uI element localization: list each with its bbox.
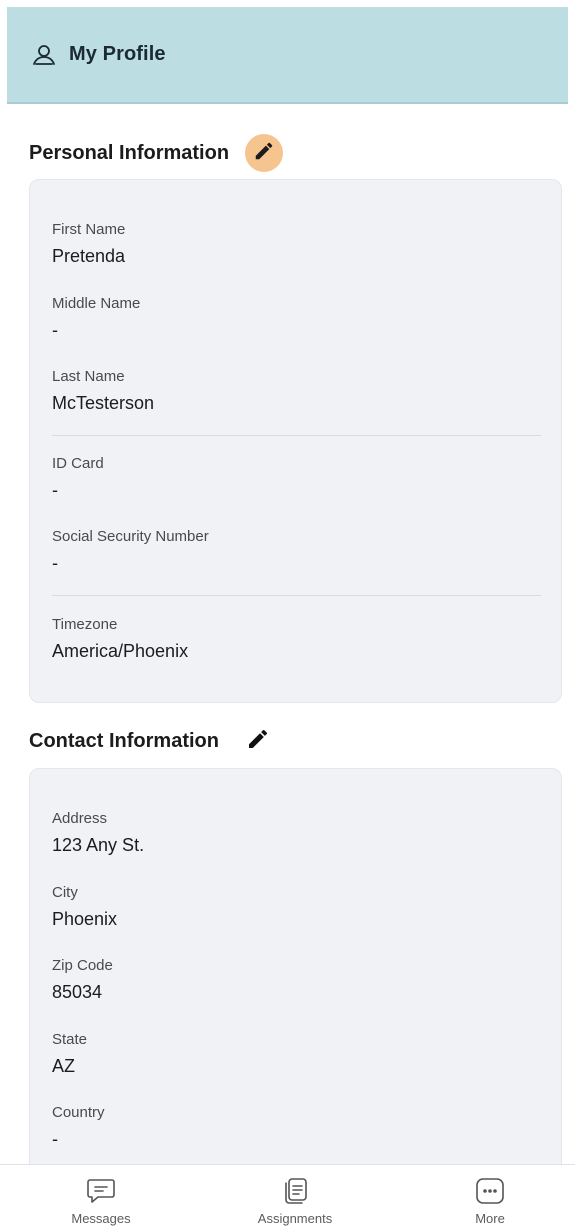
personal-info-card: First Name Pretenda Middle Name - Last N… [29,179,562,703]
field-label: Social Security Number [52,528,209,545]
field-ssn: Social Security Number - [52,527,209,575]
edit-personal-info-button[interactable] [245,134,284,172]
field-last-name: Last Name McTesterson [52,367,154,415]
field-label: Timezone [52,616,118,633]
field-value: - [52,320,58,340]
divider [52,595,541,596]
field-value: Phoenix [52,909,118,929]
field-label: ID Card [52,455,104,472]
nav-assignments[interactable]: Assignments [235,1165,355,1232]
personal-info-title: Personal Information [29,141,230,164]
field-country: Country - [52,1103,105,1151]
page-title: My Profile [69,43,166,65]
pencil-icon [253,140,275,167]
field-label: Address [52,810,108,827]
contact-info-card: Address 123 Any St. City Phoenix Zip Cod… [29,768,562,1208]
contact-info-header: Contact Information [29,722,277,760]
document-list-icon [281,1177,309,1205]
profile-screen: My Profile Personal Information First Na… [0,0,575,1232]
message-icon [86,1177,116,1205]
field-label: City [52,884,78,901]
field-id-card: ID Card - [52,454,104,502]
field-zip-code: Zip Code 85034 [52,956,113,1004]
field-value: 85034 [52,982,103,1002]
field-label: Middle Name [52,295,141,312]
pencil-icon [246,727,270,756]
field-value: McTesterson [52,393,155,413]
nav-messages[interactable]: Messages [41,1165,161,1232]
divider [52,435,541,436]
field-label: First Name [52,221,126,238]
nav-label: More [475,1211,505,1226]
field-value: - [52,1129,58,1149]
field-value: Pretenda [52,246,126,266]
field-value: - [52,553,58,573]
nav-more[interactable]: More [430,1165,550,1232]
field-middle-name: Middle Name - [52,294,140,342]
bottom-navigation: Messages Assignments More [0,1164,575,1232]
personal-info-header: Personal Information [29,134,284,172]
field-value: - [52,480,58,500]
nav-label: Assignments [257,1211,333,1226]
field-value: 123 Any St. [52,835,145,855]
edit-contact-info-button[interactable] [239,722,277,760]
field-city: City Phoenix [52,883,117,931]
more-icon [475,1177,505,1205]
field-timezone: Timezone America/Phoenix [52,615,188,663]
field-label: State [52,1031,88,1048]
contact-info-title: Contact Information [29,729,219,752]
field-state: State AZ [52,1030,87,1078]
field-label: Country [52,1104,105,1121]
field-value: America/Phoenix [52,641,189,661]
nav-label: Messages [71,1211,131,1226]
field-label: Last Name [52,368,125,385]
field-label: Zip Code [52,957,113,974]
field-value: AZ [52,1056,76,1076]
app-header: My Profile [7,7,568,104]
field-first-name: First Name Pretenda [52,220,125,268]
field-address: Address 123 Any St. [52,809,144,857]
user-icon [31,42,57,68]
